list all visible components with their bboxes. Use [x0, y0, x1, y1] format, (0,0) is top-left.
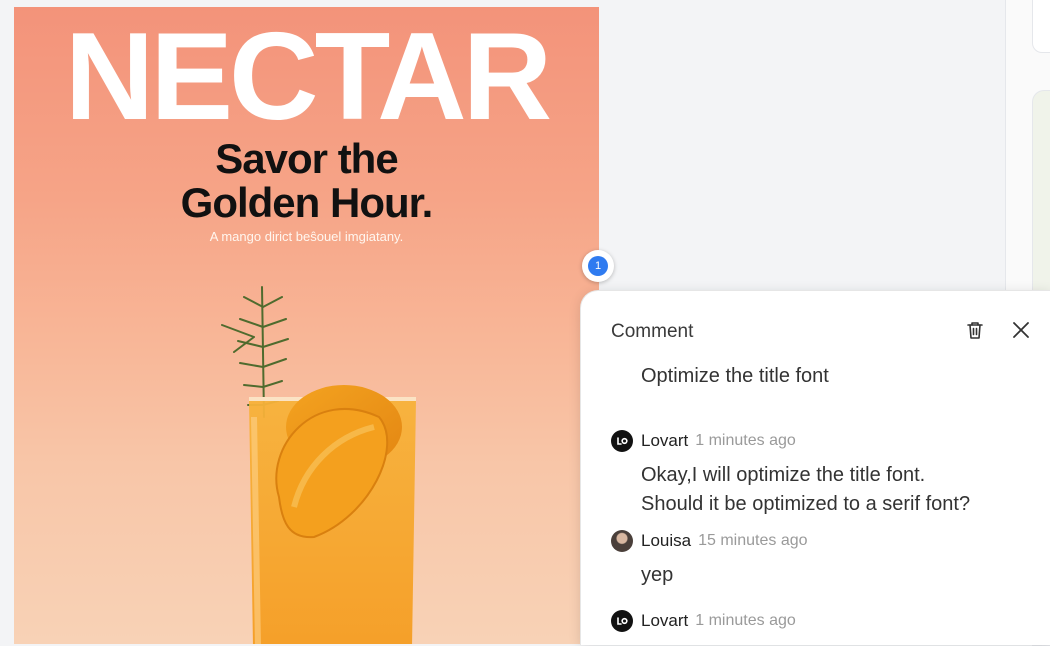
- reply-item: Louisa 15 minutes ago yep: [611, 529, 808, 590]
- reply-item: Lovart 1 minutes ago Okay,I will optimiz…: [611, 429, 970, 519]
- reply-author: Lovart: [641, 431, 689, 450]
- reply-time: 15 minutes ago: [698, 532, 808, 549]
- sidebar-tab[interactable]: [1032, 0, 1050, 53]
- lovart-logo-icon: [611, 610, 633, 632]
- lovart-logo-icon: [611, 430, 633, 452]
- comment-text: Optimize the title font: [641, 365, 829, 387]
- reply-author: Louisa: [641, 531, 692, 550]
- reply-author: Lovart: [641, 611, 689, 630]
- reply-text: Okay,I will optimize the title font. Sho…: [641, 464, 971, 515]
- reply-item: Lovart 1 minutes ago: [611, 609, 796, 633]
- comment-pin-number: 1: [588, 256, 608, 276]
- poster-title: NECTAR: [64, 8, 552, 146]
- user-avatar: [611, 530, 633, 552]
- comment-pin[interactable]: 1: [582, 250, 614, 282]
- reply-time: 1 minutes ago: [695, 612, 796, 629]
- mango-drink-illustration: [221, 286, 416, 644]
- poster-image[interactable]: NECTAR Savor the Golden Hour. A mango di…: [14, 7, 599, 644]
- comment-panel-title: Comment: [611, 321, 694, 342]
- reply-text: yep: [641, 564, 674, 586]
- poster-tagline: A mango dirict beŝouel imgiatany.: [209, 229, 404, 244]
- comment-panel: Comment Optimize the title font Lovart 1…: [580, 290, 1050, 645]
- close-icon[interactable]: [1009, 318, 1033, 342]
- poster-subtitle: Savor the Golden Hour.: [180, 135, 434, 226]
- reply-time: 1 minutes ago: [695, 432, 796, 449]
- trash-icon[interactable]: [963, 318, 987, 342]
